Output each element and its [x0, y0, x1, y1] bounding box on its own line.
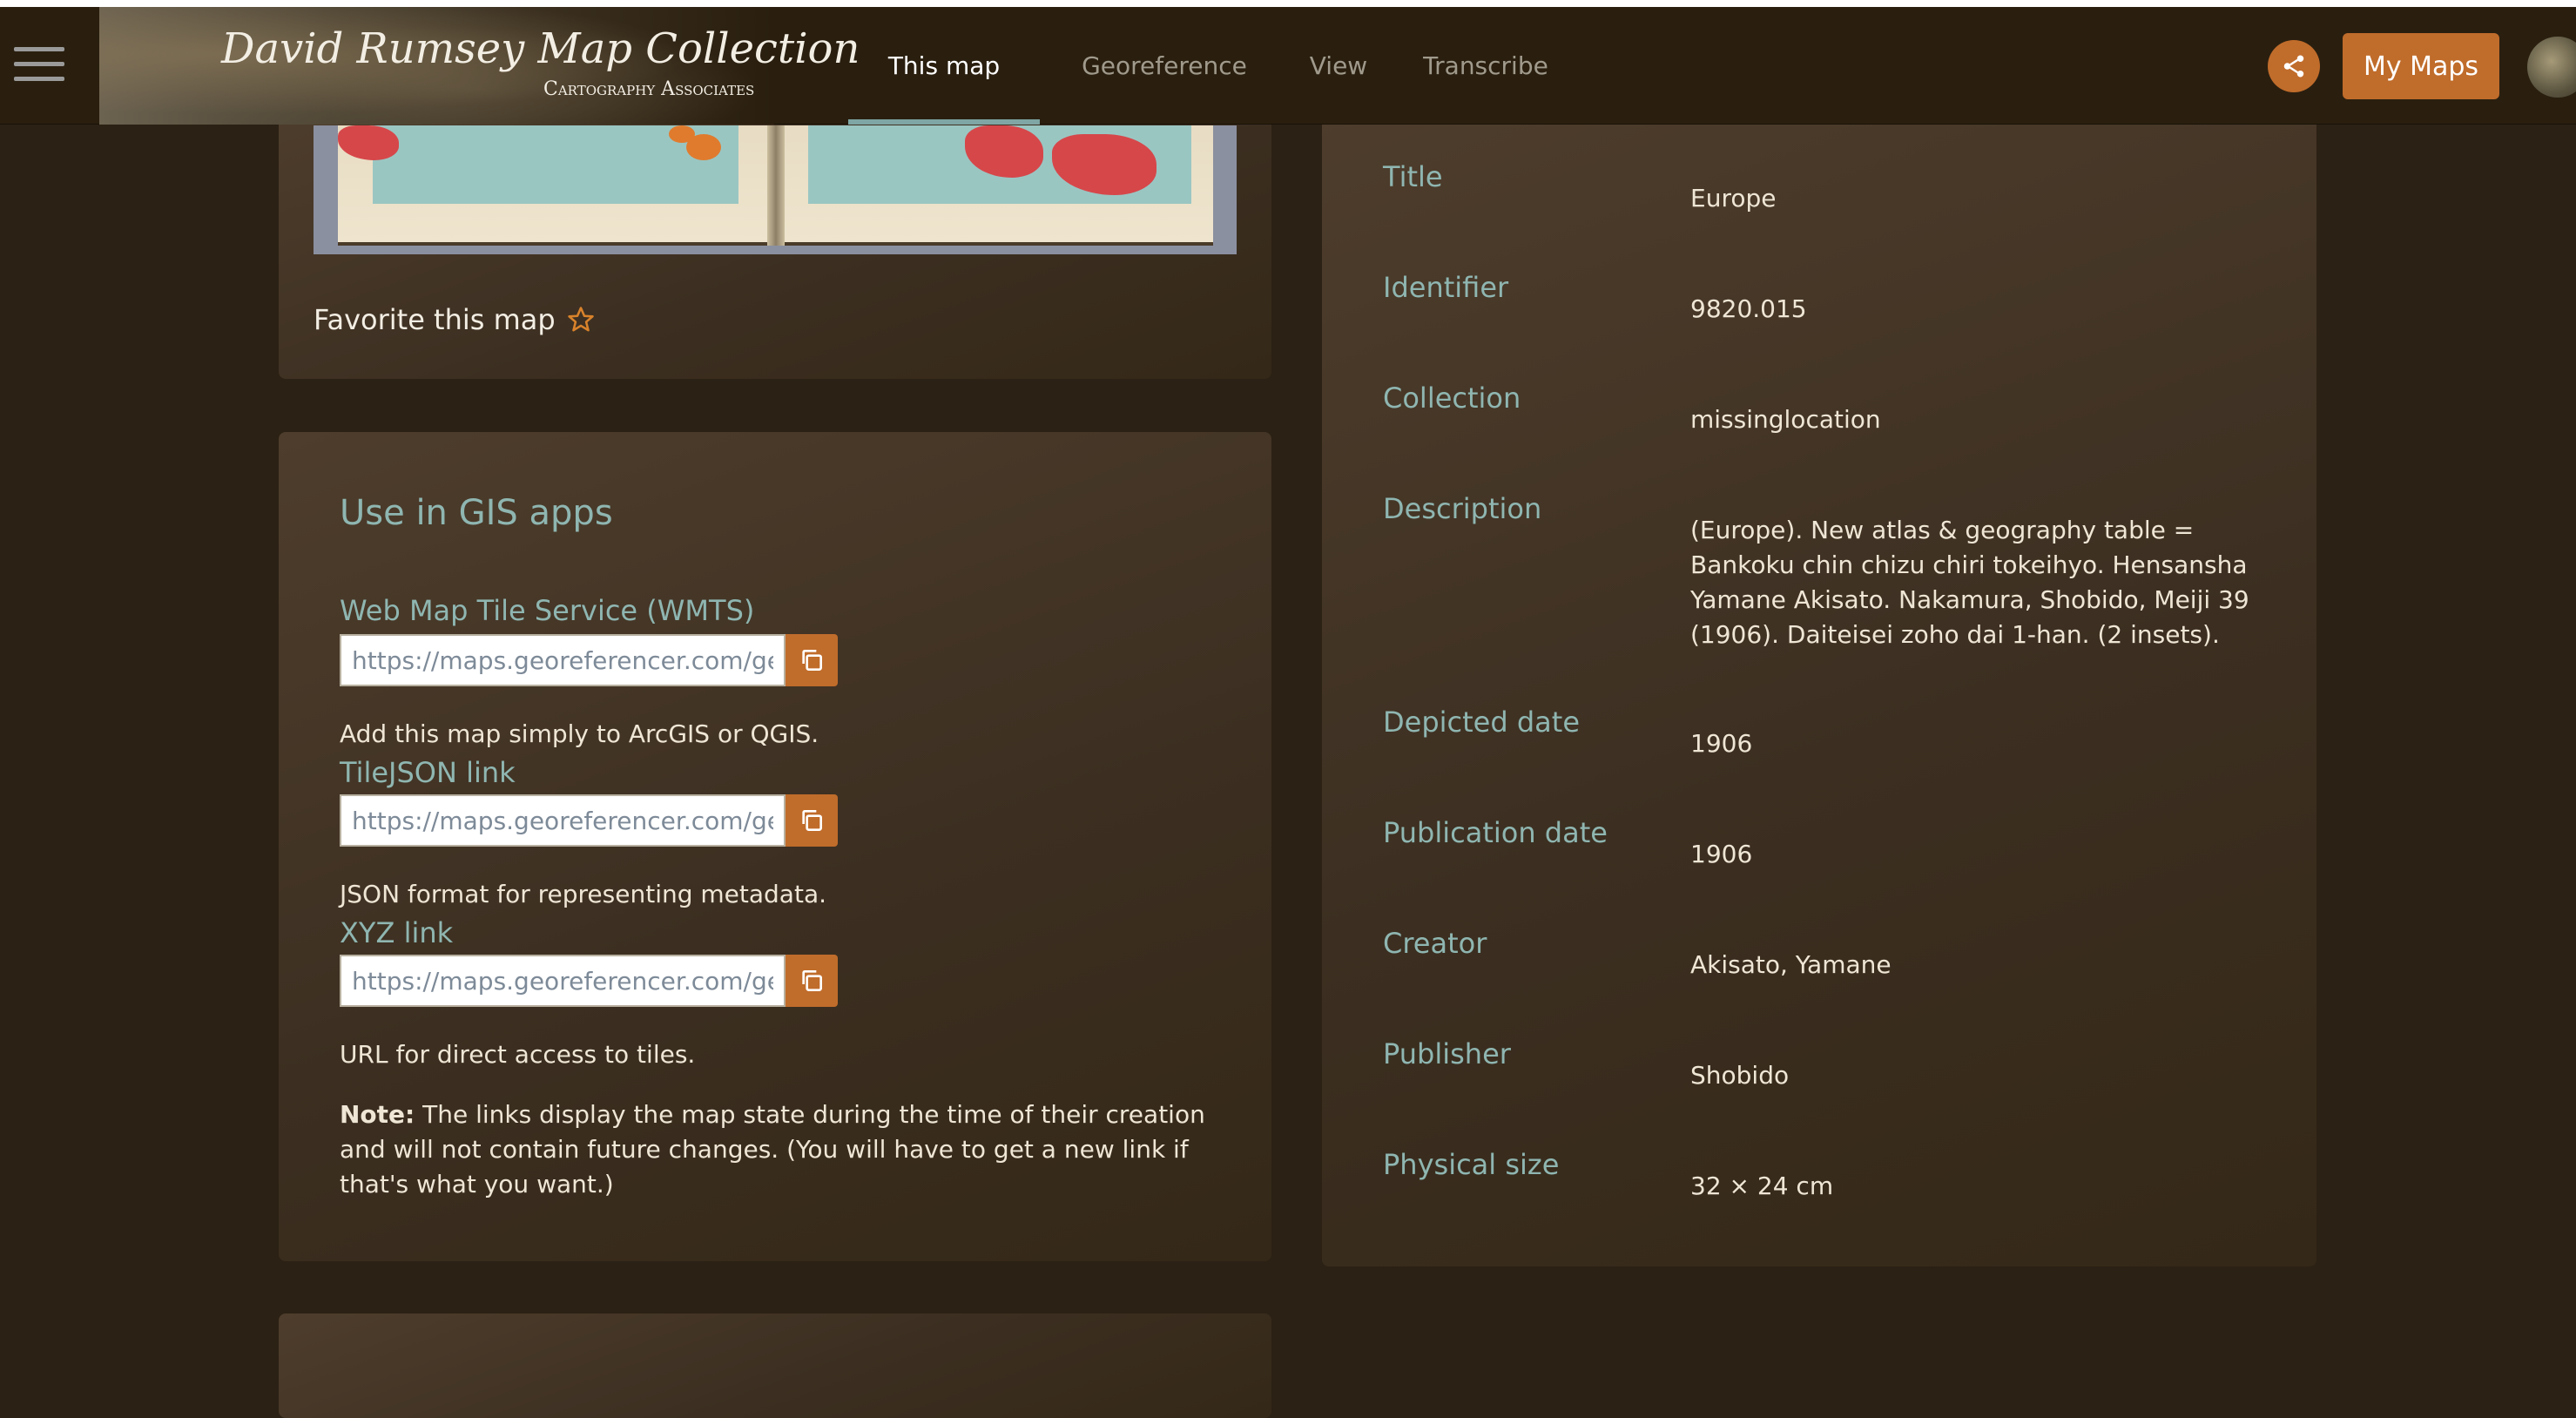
next-card [279, 1313, 1271, 1418]
meta-value: Akisato, Yamane [1690, 950, 1892, 979]
brand-subtitle: Cartography Associates [543, 78, 755, 100]
tilejson-description: JSON format for representing metadata. [340, 880, 827, 908]
tilejson-url-row [340, 794, 838, 847]
favorite-map: Favorite this map [314, 303, 596, 336]
share-button[interactable] [2268, 40, 2320, 92]
tilejson-link-label[interactable]: TileJSON link [340, 756, 516, 789]
brand-title: David Rumsey Map Collection [221, 24, 860, 73]
meta-label: Creator [1383, 927, 1487, 960]
meta-label: Publisher [1383, 1037, 1511, 1070]
xyz-url-input[interactable] [340, 955, 786, 1007]
my-maps-button[interactable]: My Maps [2343, 33, 2499, 99]
meta-label: Collection [1383, 382, 1521, 415]
star-outline-icon[interactable] [566, 305, 596, 334]
share-icon [2283, 55, 2304, 78]
wmts-description: Add this map simply to ArcGIS or QGIS. [340, 719, 819, 748]
tab-view[interactable]: View [1289, 7, 1388, 125]
wmts-copy-button[interactable] [786, 634, 838, 686]
tilejson-copy-button[interactable] [786, 794, 838, 847]
main-tabs: This map Georeference View Transcribe [848, 7, 1583, 125]
xyz-description: URL for direct access to tiles. [340, 1040, 696, 1069]
links-note: Note: The links display the map state du… [340, 1097, 1210, 1202]
map-thumbnail[interactable] [314, 125, 1237, 254]
brand-logo[interactable]: David Rumsey Map Collection Cartography … [99, 7, 860, 125]
hamburger-menu-icon[interactable] [14, 47, 64, 85]
map-preview-card: Favorite this map [279, 105, 1271, 379]
meta-label: Title [1383, 160, 1443, 193]
xyz-copy-button[interactable] [786, 955, 838, 1007]
meta-value: 1906 [1690, 729, 1753, 758]
user-avatar[interactable] [2527, 37, 2576, 98]
meta-value: 1906 [1690, 840, 1753, 868]
meta-label: Identifier [1383, 271, 1509, 304]
meta-label: Depicted date [1383, 706, 1580, 739]
browser-top-strip [0, 0, 2576, 7]
meta-value: Europe [1690, 184, 1777, 213]
site-header: David Rumsey Map Collection Cartography … [0, 7, 2576, 125]
xyz-link-label[interactable]: XYZ link [340, 916, 453, 949]
copy-icon [802, 650, 822, 671]
wmts-link-label[interactable]: Web Map Tile Service (WMTS) [340, 594, 754, 627]
meta-value: 32 × 24 cm [1690, 1172, 1834, 1200]
meta-value: 9820.015 [1690, 294, 1807, 323]
wmts-url-row [340, 634, 838, 686]
xyz-url-row [340, 955, 838, 1007]
favorite-label: Favorite this map [314, 303, 556, 336]
note-text: The links display the map state during t… [340, 1100, 1205, 1199]
tab-georeference[interactable]: Georeference [1040, 7, 1289, 125]
note-label: Note: [340, 1100, 415, 1129]
meta-value: Shobido [1690, 1061, 1790, 1090]
wmts-url-input[interactable] [340, 634, 786, 686]
copy-icon [802, 810, 822, 831]
tab-transcribe[interactable]: Transcribe [1388, 7, 1583, 125]
meta-label: Description [1383, 492, 1542, 525]
meta-label: Physical size [1383, 1148, 1560, 1181]
map-metadata-card: Title Europe Identifier 9820.015 Collect… [1322, 105, 2316, 1266]
gis-section-title: Use in GIS apps [340, 493, 613, 533]
meta-label: Publication date [1383, 816, 1608, 849]
meta-value: (Europe). New atlas & geography table = … [1690, 516, 2249, 649]
tab-this-map[interactable]: This map [848, 7, 1040, 125]
tilejson-url-input[interactable] [340, 794, 786, 847]
gis-apps-card: Use in GIS apps Web Map Tile Service (WM… [279, 432, 1271, 1261]
meta-value: missinglocation [1690, 405, 1881, 434]
copy-icon [802, 970, 822, 991]
